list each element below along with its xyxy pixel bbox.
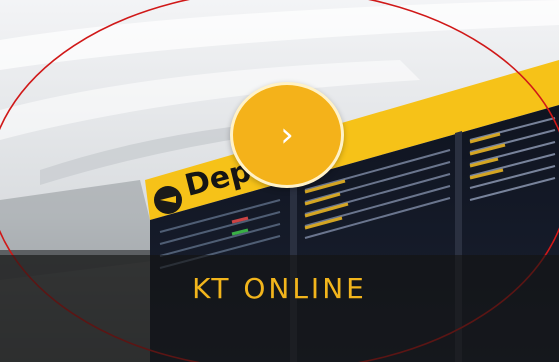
next-button[interactable]: › — [230, 82, 344, 188]
kt-online-card[interactable]: Dep KT ONLINE › — [0, 0, 559, 362]
chevron-right-icon: › — [280, 115, 294, 155]
card-title[interactable]: KT ONLINE — [0, 272, 559, 305]
